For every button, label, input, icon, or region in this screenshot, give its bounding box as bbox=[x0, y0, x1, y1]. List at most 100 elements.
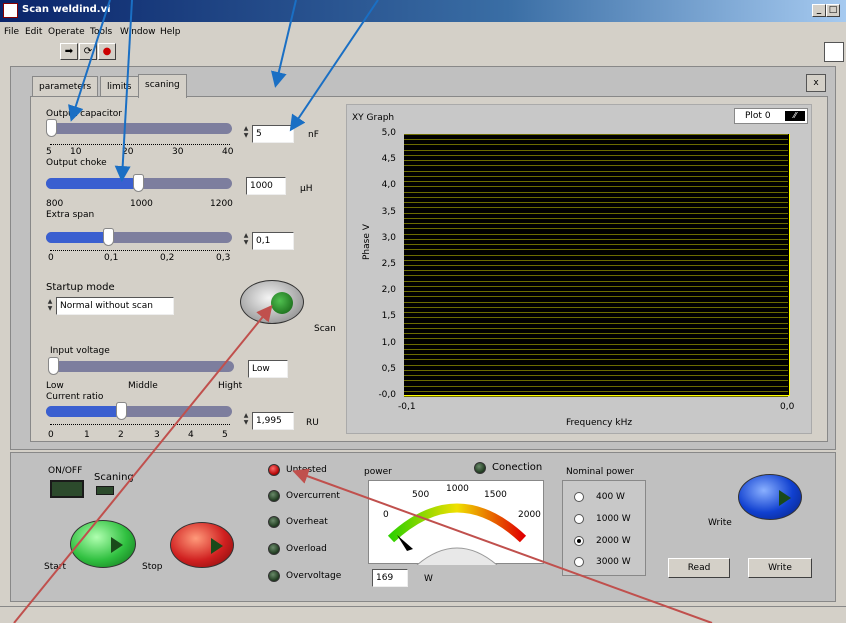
untested-led-icon bbox=[268, 464, 280, 476]
grid-line bbox=[404, 197, 788, 198]
run-arrow-icon[interactable]: ➡ bbox=[60, 43, 78, 60]
menu-operate[interactable]: Operate bbox=[48, 27, 85, 37]
menu-file[interactable]: File bbox=[4, 27, 19, 37]
choke-slider-knob[interactable] bbox=[133, 174, 144, 192]
current-value[interactable]: 1,995 bbox=[252, 412, 294, 430]
startup-mode-select[interactable]: Normal without scan bbox=[56, 297, 174, 315]
span-spin-icon[interactable]: ▲ ▼ bbox=[242, 232, 250, 248]
power-unit: W bbox=[424, 574, 433, 584]
scaning-indicator bbox=[96, 486, 114, 495]
grid-line bbox=[404, 354, 788, 355]
plot-line-icon: ⁄⁄ bbox=[785, 111, 805, 121]
grid-line bbox=[404, 344, 788, 345]
choke-tick: 1200 bbox=[210, 199, 233, 209]
y-tick-label: 2,5 bbox=[381, 259, 396, 269]
run-continuous-icon[interactable]: ⟳ bbox=[79, 43, 97, 60]
span-ticks bbox=[50, 246, 230, 251]
y-tick-label: 2,0 bbox=[381, 285, 396, 295]
current-tick: 4 bbox=[188, 430, 194, 440]
current-tick: 5 bbox=[222, 430, 228, 440]
radio-2000w[interactable] bbox=[574, 536, 584, 546]
maximize-button[interactable]: □ bbox=[826, 4, 840, 17]
grid-line bbox=[404, 291, 788, 292]
grid-line bbox=[404, 317, 788, 318]
cap-slider-knob[interactable] bbox=[46, 119, 57, 137]
current-slider-knob[interactable] bbox=[116, 402, 127, 420]
stop-button[interactable] bbox=[170, 522, 234, 568]
read-button[interactable]: Read bbox=[668, 558, 730, 578]
grid-line bbox=[404, 370, 788, 371]
radio-3000w[interactable] bbox=[574, 557, 584, 567]
voltage-tick: Middle bbox=[128, 381, 158, 391]
overvoltage-led-icon bbox=[268, 570, 280, 582]
span-slider-knob[interactable] bbox=[103, 228, 114, 246]
scan-button[interactable] bbox=[240, 280, 304, 324]
voltage-slider-knob[interactable] bbox=[48, 357, 59, 375]
grid-line bbox=[404, 365, 788, 366]
grid-line bbox=[404, 396, 788, 397]
x-axis-label: Frequency kHz bbox=[566, 418, 633, 428]
choke-slider[interactable] bbox=[46, 174, 232, 192]
voltage-slider[interactable] bbox=[48, 357, 234, 375]
tab-scaning[interactable]: scaning bbox=[138, 74, 187, 98]
grid-line bbox=[404, 265, 788, 266]
gauge-tick: 1500 bbox=[484, 490, 507, 500]
overcurrent-led-icon bbox=[268, 490, 280, 502]
span-slider[interactable] bbox=[46, 228, 232, 246]
grid-line bbox=[404, 270, 788, 271]
choke-value[interactable]: 1000 bbox=[246, 177, 286, 195]
plot-legend[interactable]: Plot 0 ⁄⁄ bbox=[734, 108, 808, 124]
onoff-label: ON/OFF bbox=[48, 466, 83, 476]
menu-help[interactable]: Help bbox=[160, 27, 181, 37]
menu-window[interactable]: Window bbox=[120, 27, 156, 37]
cap-spin-icon[interactable]: ▲ ▼ bbox=[242, 125, 250, 141]
gauge-needle bbox=[397, 535, 413, 551]
tab-parameters[interactable]: parameters bbox=[32, 76, 99, 96]
grid-line bbox=[404, 286, 788, 287]
cap-label: Output capacitor bbox=[46, 109, 122, 119]
abort-icon[interactable]: ● bbox=[98, 43, 116, 60]
current-spin-icon[interactable]: ▲ ▼ bbox=[242, 412, 250, 428]
choke-tick: 800 bbox=[46, 199, 64, 209]
menu-edit[interactable]: Edit bbox=[25, 27, 42, 37]
gauge-tick: 0 bbox=[383, 510, 389, 520]
horizontal-scrollbar[interactable] bbox=[0, 606, 846, 623]
span-value[interactable]: 0,1 bbox=[252, 232, 294, 250]
y-axis-ticks: 5,0 4,5 4,0 3,5 3,0 2,5 2,0 1,5 1,0 0,5 -0,0 bbox=[366, 128, 400, 408]
overvoltage-label: Overvoltage bbox=[286, 571, 342, 581]
write-button[interactable]: Write bbox=[748, 558, 812, 578]
current-slider[interactable] bbox=[46, 402, 232, 420]
startup-spin-icon[interactable]: ▲ ▼ bbox=[46, 298, 54, 314]
grid-line bbox=[404, 244, 788, 245]
choke-tick: 1000 bbox=[130, 199, 153, 209]
radio-400w-label: 400 W bbox=[596, 492, 625, 502]
cap-ticks bbox=[50, 140, 230, 145]
start-button[interactable] bbox=[70, 520, 136, 568]
write-big-button[interactable] bbox=[738, 474, 802, 520]
menu-tools[interactable]: Tools bbox=[90, 27, 112, 37]
tab-limits[interactable]: limits bbox=[100, 76, 139, 96]
menu-bar: File Edit Operate Tools Window Help bbox=[0, 22, 846, 42]
y-tick-label: 1,5 bbox=[381, 311, 396, 321]
minimize-button[interactable]: _ bbox=[812, 4, 826, 17]
toolbar: ➡ ⟳ ● bbox=[0, 42, 846, 62]
grid-line bbox=[404, 213, 788, 214]
grid-line bbox=[404, 375, 788, 376]
voltage-value[interactable]: Low bbox=[248, 360, 288, 378]
conection-label: Conection bbox=[492, 462, 543, 473]
close-panel-button[interactable]: x bbox=[806, 74, 826, 92]
current-tick: 2 bbox=[118, 430, 124, 440]
plot-legend-label: Plot 0 bbox=[745, 111, 771, 121]
grid-line bbox=[404, 202, 788, 203]
span-label: Extra span bbox=[46, 210, 95, 220]
overcurrent-label: Overcurrent bbox=[286, 491, 340, 501]
radio-400w[interactable] bbox=[574, 492, 584, 502]
cap-slider[interactable] bbox=[46, 119, 232, 137]
overheat-led-icon bbox=[268, 516, 280, 528]
radio-1000w[interactable] bbox=[574, 514, 584, 524]
grid-line bbox=[404, 302, 788, 303]
grid-line bbox=[404, 134, 788, 135]
start-arrow-icon bbox=[111, 537, 123, 553]
x-tick-min: -0,1 bbox=[398, 402, 416, 412]
cap-value[interactable]: 5 bbox=[252, 125, 294, 143]
